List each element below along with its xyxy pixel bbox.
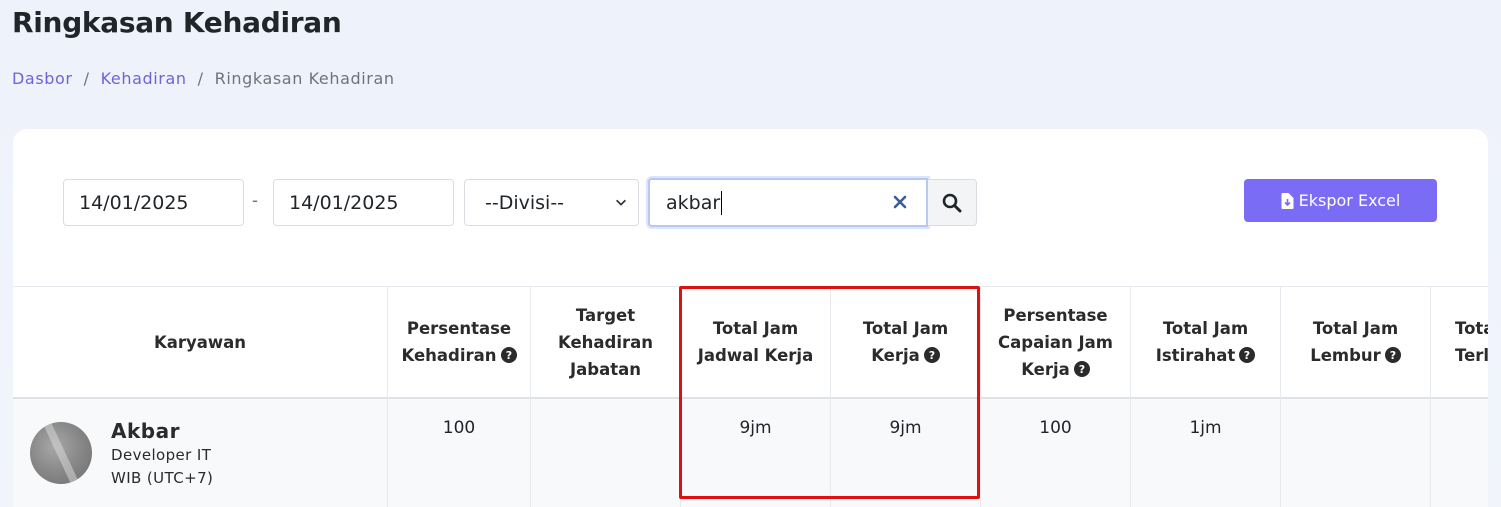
table-cell: 1jm (1131, 399, 1280, 507)
column-header: Persentase Capaian Jam Kerja? (998, 305, 1113, 379)
close-icon[interactable] (892, 194, 908, 210)
table-cell (1431, 399, 1488, 507)
svg-text:?: ? (929, 349, 935, 362)
svg-text:?: ? (1079, 363, 1085, 376)
division-select[interactable]: --Divisi-- (464, 179, 639, 226)
help-icon[interactable]: ? (500, 347, 517, 363)
column-divider (1280, 286, 1281, 507)
column-header: Total Jam Lembur? (1281, 286, 1430, 398)
help-icon[interactable]: ? (1239, 347, 1256, 363)
svg-text:?: ? (505, 349, 511, 362)
svg-text:?: ? (1244, 349, 1250, 362)
column-header: Persentase Kehadiran? (388, 286, 530, 398)
export-excel-button[interactable]: Ekspor Excel (1244, 179, 1437, 222)
avatar (30, 422, 92, 484)
text-caret (721, 190, 723, 215)
column-divider (1430, 286, 1431, 507)
column-divider (980, 286, 981, 507)
header-divider (13, 397, 1488, 399)
date-range-separator: - (252, 190, 258, 210)
table-cell (531, 399, 680, 507)
employee-position: Developer IT (111, 446, 212, 464)
date-start-input[interactable]: 14/01/2025 (63, 179, 244, 226)
column-divider (1130, 286, 1131, 507)
attendance-table: Karyawan Akbar Developer IT WIB (UTC+7) … (13, 286, 1488, 507)
employee-timezone: WIB (UTC+7) (111, 469, 214, 487)
breadcrumb-dasbor[interactable]: Dasbor (12, 69, 73, 88)
export-excel-label: Ekspor Excel (1298, 191, 1401, 210)
search-input[interactable]: akbar (648, 178, 928, 227)
column-header: Total Jam Kerja? (862, 319, 949, 365)
column-divider (387, 286, 388, 507)
table-cell (1281, 399, 1430, 507)
column-divider (830, 286, 831, 507)
help-icon[interactable]: ? (1384, 347, 1401, 363)
date-start-value: 14/01/2025 (79, 191, 189, 214)
date-end-input[interactable]: 14/01/2025 (273, 179, 454, 226)
breadcrumb-separator: / (197, 69, 204, 88)
chevron-down-icon (616, 199, 626, 206)
table-cell: 9jm (831, 399, 980, 507)
column-header: Total Jam Istirahat? (1131, 286, 1280, 398)
employee-cell: Akbar Developer IT WIB (UTC+7) (13, 399, 387, 507)
column-header: Target Kehadiran Jabatan (557, 305, 654, 379)
search-button[interactable] (928, 179, 977, 226)
column-divider (680, 286, 681, 507)
employee-name[interactable]: Akbar (111, 419, 180, 443)
help-icon[interactable]: ? (1073, 360, 1090, 377)
table-cell: 100 (388, 399, 530, 507)
table-cell: 9jm (681, 399, 830, 507)
search-icon (942, 193, 962, 212)
division-select-value: --Divisi-- (485, 191, 565, 214)
file-download-icon (1281, 192, 1294, 209)
svg-text:?: ? (1390, 349, 1396, 362)
column-divider (530, 286, 531, 507)
breadcrumb-current: Ringkasan Kehadiran (214, 69, 395, 88)
help-icon[interactable]: ? (923, 347, 940, 363)
breadcrumb-kehadiran[interactable]: Kehadiran (101, 69, 187, 88)
breadcrumb-separator: / (83, 69, 90, 88)
table-cell: 100 (981, 399, 1130, 507)
date-end-value: 14/01/2025 (289, 191, 399, 214)
column-header: Total Jam Jadwal Kerja (697, 319, 814, 365)
breadcrumb: Dasbor / Kehadiran / Ringkasan Kehadiran (12, 69, 395, 88)
column-header: Karyawan (153, 332, 247, 352)
column-header: Total Terla (1455, 319, 1488, 365)
page-title: Ringkasan Kehadiran (12, 6, 342, 39)
search-input-value: akbar (666, 191, 721, 214)
